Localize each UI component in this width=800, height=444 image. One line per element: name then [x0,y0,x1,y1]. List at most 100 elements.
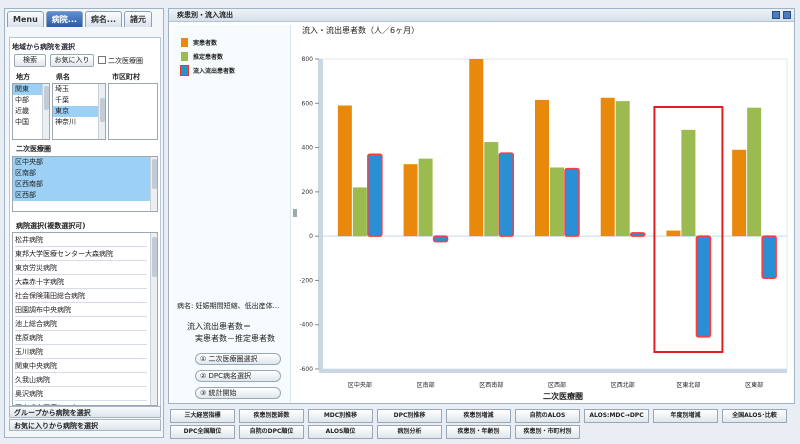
bar-flow [498,152,515,237]
bar-actual [732,149,747,237]
footer-button[interactable]: 病別分析 [377,425,442,439]
secondary-area-label: 二次医療圏 [108,57,143,65]
chart: 流入・流出患者数（人／6ヶ月） -600 -400 -200 0 200 400 600 80… [297,23,793,403]
prefecture-list[interactable]: 埼玉 千葉 東京 神奈川 [52,83,106,140]
y-tick-label: -600 [299,366,313,373]
left-tabs: Menu 病院... 病名... 諸元 [7,11,153,27]
maximize-icon[interactable] [783,11,791,19]
bar-actual [403,164,418,237]
legend-flow: 流入流出患者数 [181,65,235,75]
hospital-item[interactable]: 奥沢病院 [15,387,147,401]
hospital-item[interactable]: 池上総合病院 [15,317,147,331]
hospital-item[interactable]: 東京労災病院 [15,261,147,275]
x-tick-label: 区西南部 [479,381,503,389]
hospital-list[interactable]: 松井病院 東邦大学医療センター大森病院 東京労災病院 大森赤十字病院 社会保険蒲田総合病… [12,232,158,406]
bar-actual [600,97,615,237]
footer-button[interactable]: 全国ALOS･比較 [722,409,787,423]
tab-disease[interactable]: 病名... [84,11,123,27]
bar-flow [432,235,449,243]
footer-button[interactable]: ALOS順位 [308,425,373,439]
formula-line1: 流入流出患者数＝ [187,322,251,331]
bar-flow [564,167,580,237]
bar-estimated [484,142,499,237]
y-axis-line [318,59,323,369]
stats-start-button[interactable]: ③ 統計開始 [195,387,281,399]
minimize-icon[interactable] [772,11,780,19]
legend-swatch [181,65,188,75]
secondary-area-title: 二次医療圏 [16,145,51,153]
legend-estimated: 推定患者数 [181,51,223,61]
hospital-item[interactable]: 玉川病院 [15,345,147,359]
bar-actual [666,230,681,237]
tab-hospital[interactable]: 病院... [45,11,83,27]
bar-flow [367,153,383,237]
bar-estimated [418,158,433,237]
y-tick-label: 800 [302,56,314,63]
x-tick-label: 区東北部 [676,381,700,389]
footer-button[interactable]: MDC別推移 [308,409,373,423]
hospital-item[interactable]: 久我山病院 [15,373,147,387]
main-panel: 疾患別・流入流出 実患者数 推定患者数 流入流出患者数 病名: 妊娠期間短縮、低… [168,8,795,404]
hospital-item[interactable]: 田園調布中央病院 [15,303,147,317]
hospital-scrollbar[interactable] [150,233,157,405]
bar-actual [337,105,352,237]
y-tick-label: 0 [309,233,313,240]
hospital-item[interactable]: 社会保険蒲田総合病院 [15,289,147,303]
footer-button[interactable]: ALOS:MDC→DPC [584,409,649,423]
secondary-area-scrollbar[interactable] [150,157,157,211]
x-tick-label: 区南部 [417,381,435,389]
footer-button[interactable]: DPC全国順位 [170,425,235,439]
tab-restore[interactable]: 諸元 [124,11,153,27]
y-tick-label: 600 [302,100,314,107]
secondary-area-item[interactable]: 区中央部 [13,157,157,168]
footer-button[interactable]: 疾患別医師数 [239,409,304,423]
secondary-area-item[interactable]: 区西南部 [13,179,157,190]
prefecture-scrollbar[interactable] [98,84,105,139]
favorites-button[interactable]: お気に入り [50,54,94,67]
footer-button[interactable]: 年度別増減 [653,409,718,423]
region-list[interactable]: 関東 中部 近畿 中国 [12,83,50,140]
col-prefecture: 県名 [56,73,70,81]
region-scrollbar[interactable] [42,84,49,139]
tab-menu[interactable]: Menu [7,11,44,27]
bar-flow [695,235,712,338]
area-select-button[interactable]: ① 二次医療圏選択 [195,353,281,365]
bar-actual [535,99,549,237]
chart-svg: -600 -400 -200 0 200 400 600 800 区中央部 区南部 区西南部 区西部 区… [299,56,788,401]
y-tick-label: 400 [302,145,314,152]
y-tick-label: 200 [302,189,314,196]
secondary-area-list[interactable]: 区中央部 区南部 区西南部 区西部 [12,156,158,212]
favorites-select-link[interactable]: お気に入りから病院を選択 [9,419,161,431]
dpc-select-button[interactable]: ② DPC病名選択 [195,370,281,382]
hospital-item[interactable]: 荏原病院 [15,331,147,345]
x-tick-label: 区東部 [745,381,763,389]
city-list[interactable] [108,83,158,140]
group-select-link[interactable]: グループから病院を選択 [9,406,161,418]
secondary-area-item[interactable]: 区西部 [13,190,157,201]
y-tick-label: -200 [299,277,313,284]
hospital-item[interactable]: 松井病院 [15,233,147,247]
footer-button[interactable]: 三大経営指標 [170,409,235,423]
footer-button[interactable]: DPC別推移 [377,409,442,423]
bar-flow [629,232,646,237]
footer-button[interactable]: 自院のDPC順位 [239,425,304,439]
footer-button[interactable]: 疾患別・市町村別 [515,425,580,439]
search-button[interactable]: 検索 [14,54,46,67]
footer-button[interactable]: 疾患別増減 [446,409,511,423]
bar-estimated [615,101,630,237]
footer-button[interactable]: 自院のALOS [515,409,580,423]
hospital-selector: 地域から病院を選択 検索 お気に入り 二次医療圏 地方 県名 市区町村 関東 中部… [9,37,161,407]
x-tick-label: 区西北部 [611,381,635,389]
panel-title: 疾患別・流入流出 [169,9,794,22]
hospital-item[interactable]: 関東中央病院 [15,359,147,373]
bar-estimated [681,129,696,237]
secondary-area-checkbox[interactable] [98,56,106,64]
bar-actual [469,59,484,237]
x-tick-label: 区中央部 [348,381,372,389]
secondary-area-item[interactable]: 区南部 [13,168,157,179]
formula-line2: 実患者数－推定患者数 [195,334,275,343]
hospital-select-title: 病院選択(複数選択可) [16,222,86,230]
hospital-item[interactable]: 大森赤十字病院 [15,275,147,289]
footer-button[interactable]: 疾患別・年齢別 [446,425,511,439]
hospital-item[interactable]: 東邦大学医療センター大森病院 [15,247,147,261]
